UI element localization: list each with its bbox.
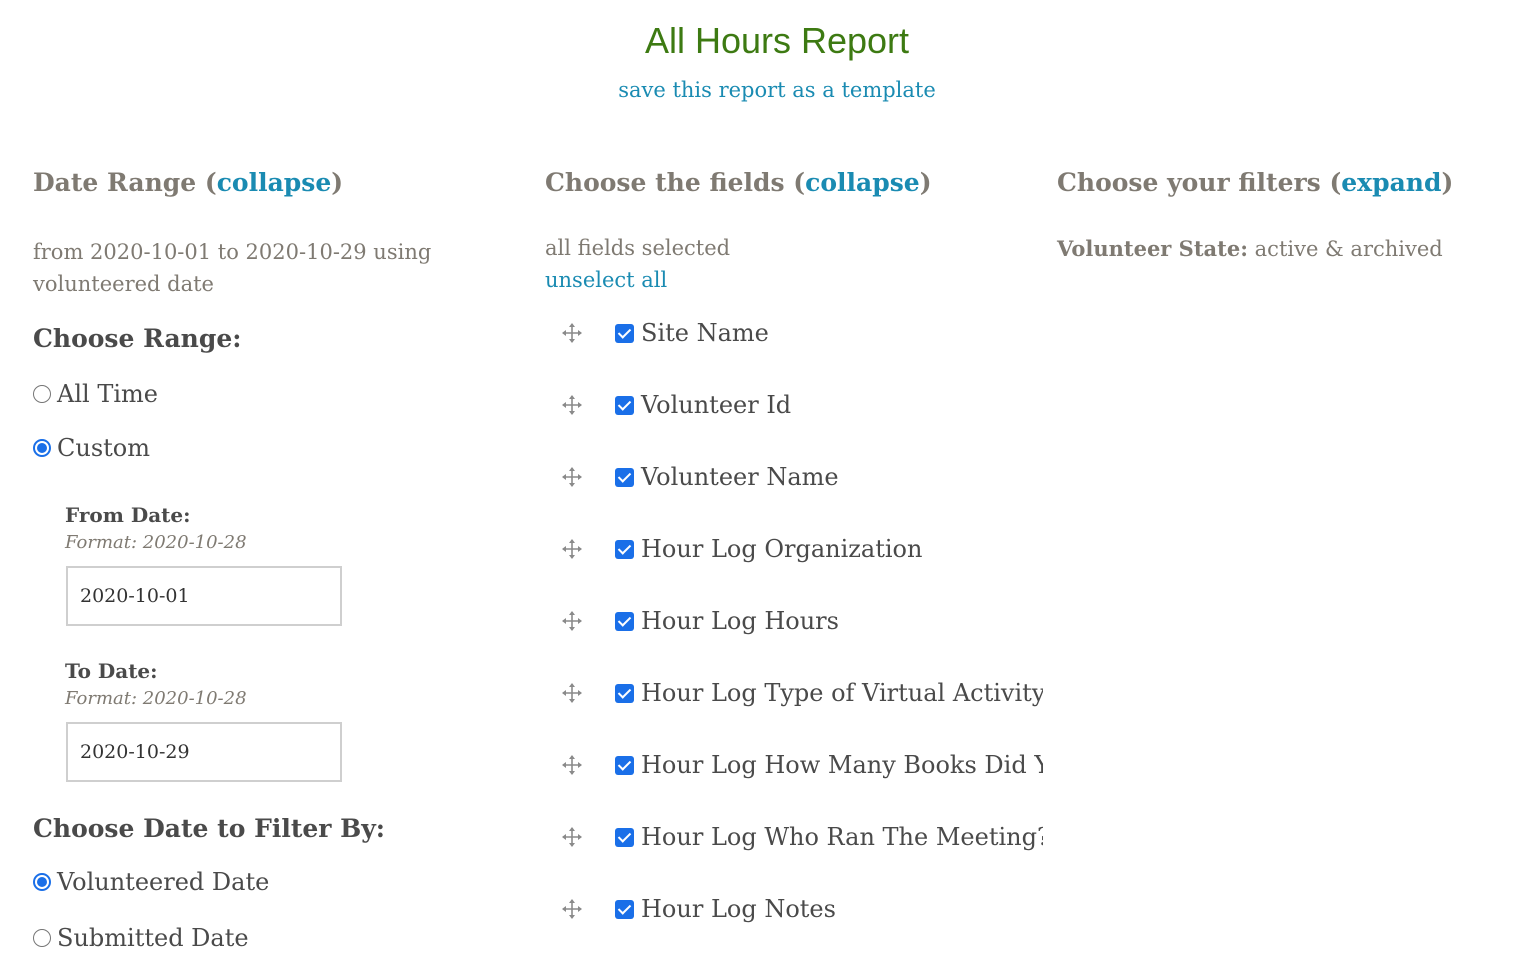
field-item[interactable]: Hour Log Notes	[561, 889, 1043, 929]
drag-handle-icon[interactable]	[561, 754, 583, 776]
field-label: Hour Log Notes	[641, 895, 836, 923]
volunteer-state-label: Volunteer State:	[1057, 236, 1248, 261]
fields-section: Choose the fields (collapse) all fields …	[545, 168, 1045, 923]
from-date-hint: Format: 2020-10-28	[65, 532, 247, 553]
choose-range-heading: Choose Range:	[33, 324, 242, 353]
field-label: Hour Log How Many Books Did You	[641, 751, 1043, 779]
filters-section: Choose your filters (expand) Volunteer S…	[1057, 168, 1507, 261]
date-range-section: Date Range (collapse) from 2020-10-01 to…	[33, 168, 493, 952]
to-date-input[interactable]: 2020-10-29	[66, 722, 342, 782]
field-label: Site Name	[641, 319, 769, 347]
page-title: All Hours Report	[644, 20, 910, 61]
all-time-label: All Time	[57, 380, 158, 408]
field-item[interactable]: Volunteer Name	[561, 457, 1043, 497]
drag-handle-icon[interactable]	[561, 610, 583, 632]
field-item[interactable]: Hour Log Organization	[561, 529, 1043, 569]
field-checkbox[interactable]	[615, 827, 634, 847]
filters-heading: Choose your filters (expand)	[1057, 168, 1454, 197]
custom-radio[interactable]	[33, 439, 51, 457]
volunteer-state-value: active & archived	[1254, 237, 1443, 261]
save-template-link[interactable]: save this report as a template	[0, 78, 1522, 102]
drag-handle-icon[interactable]	[561, 898, 583, 920]
field-label: Volunteer Name	[641, 463, 839, 491]
filter-by-heading: Choose Date to Filter By:	[33, 814, 386, 843]
volunteer-state-filter: Volunteer State: active & archived	[1057, 236, 1443, 261]
volunteered-date-label: Volunteered Date	[57, 868, 270, 896]
field-item[interactable]: Hour Log How Many Books Did You	[561, 745, 1043, 785]
field-checkbox[interactable]	[615, 611, 634, 631]
field-label: Hour Log Organization	[641, 535, 923, 563]
to-date-hint: Format: 2020-10-28	[65, 688, 247, 709]
date-range-heading: Date Range (collapse)	[33, 168, 344, 197]
volunteered-date-radio[interactable]	[33, 873, 51, 891]
field-label: Hour Log Hours	[641, 607, 839, 635]
drag-handle-icon[interactable]	[561, 682, 583, 704]
date-range-collapse-link[interactable]: collapse	[217, 168, 332, 197]
filter-option-submitted[interactable]: Submitted Date	[33, 924, 249, 952]
date-range-summary: from 2020-10-01 to 2020-10-29 using volu…	[33, 240, 432, 296]
filter-option-volunteered[interactable]: Volunteered Date	[33, 868, 269, 896]
filters-expand-link[interactable]: expand	[1341, 168, 1441, 197]
field-checkbox[interactable]	[615, 467, 634, 487]
fields-heading: Choose the fields (collapse)	[545, 168, 932, 197]
field-checkbox[interactable]	[615, 539, 634, 559]
drag-handle-icon[interactable]	[561, 826, 583, 848]
custom-label: Custom	[57, 434, 150, 462]
from-date-label: From Date:	[65, 503, 191, 527]
field-checkbox[interactable]	[615, 395, 634, 415]
field-checkbox[interactable]	[615, 683, 634, 703]
field-label: Volunteer Id	[641, 391, 792, 419]
field-label: Hour Log Type of Virtual Activity	[641, 679, 1043, 707]
drag-handle-icon[interactable]	[561, 322, 583, 344]
submitted-date-radio[interactable]	[33, 929, 51, 947]
drag-handle-icon[interactable]	[561, 466, 583, 488]
field-item[interactable]: Hour Log Hours	[561, 601, 1043, 641]
field-checkbox[interactable]	[615, 899, 634, 919]
field-checkbox[interactable]	[615, 323, 634, 343]
field-item[interactable]: Volunteer Id	[561, 385, 1043, 425]
all-time-radio[interactable]	[33, 385, 51, 403]
unselect-all-link[interactable]: unselect all	[545, 268, 667, 292]
field-label: Hour Log Who Ran The Meeting?	[641, 823, 1043, 851]
fields-summary: all fields selected	[545, 236, 731, 260]
fields-collapse-link[interactable]: collapse	[805, 168, 920, 197]
drag-handle-icon[interactable]	[561, 394, 583, 416]
field-item[interactable]: Hour Log Who Ran The Meeting?	[561, 817, 1043, 857]
drag-handle-icon[interactable]	[561, 538, 583, 560]
range-option-custom[interactable]: Custom	[33, 434, 150, 462]
to-date-label: To Date:	[65, 659, 158, 683]
field-item[interactable]: Hour Log Type of Virtual Activity	[561, 673, 1043, 713]
field-item[interactable]: Site Name	[561, 313, 1043, 353]
submitted-date-label: Submitted Date	[57, 924, 249, 952]
field-checkbox[interactable]	[615, 755, 634, 775]
range-option-all-time[interactable]: All Time	[33, 380, 158, 408]
from-date-input[interactable]: 2020-10-01	[66, 566, 342, 626]
